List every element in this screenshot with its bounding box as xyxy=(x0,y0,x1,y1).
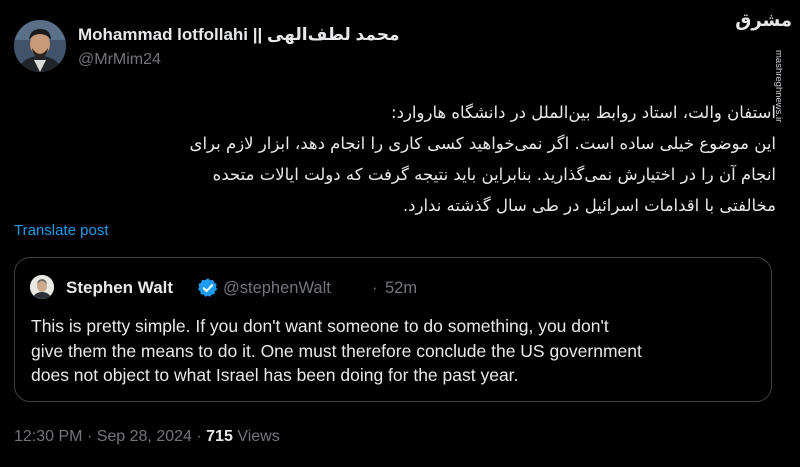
quote-author-avatar-image xyxy=(30,275,54,299)
translate-post-link[interactable]: Translate post xyxy=(14,222,109,239)
post-meta: 12:30 PM · Sep 28, 2024 · 715 Views xyxy=(14,428,280,446)
views-label: Views xyxy=(237,428,280,445)
post-text-line: انجام آن را در اختیارش نمی‌گذارید. بنابر… xyxy=(212,165,776,184)
post-date[interactable]: Sep 28, 2024 xyxy=(97,428,192,445)
quote-author-avatar[interactable] xyxy=(30,275,54,299)
author-handle[interactable]: @MrMim24 xyxy=(78,51,161,69)
separator-dot: · xyxy=(372,279,378,297)
quote-text-line: give them the means to do it. One must t… xyxy=(31,340,642,361)
post-text-line: مخالفتی با اقدامات اسرائیل در طی سال گذش… xyxy=(402,196,776,215)
post-text-line: استفان والت، استاد روابط بین‌الملل در دا… xyxy=(391,103,776,122)
quoted-post-card[interactable]: Stephen Walt @stephenWalt · 52m This is … xyxy=(14,257,772,402)
post-text-line: این موضوع خیلی ساده است. اگر نمی‌خواهید … xyxy=(189,134,776,153)
quote-author-handle[interactable]: @stephenWalt xyxy=(223,279,331,298)
quote-text-line: does not object to what Israel has been … xyxy=(31,365,519,385)
author-name[interactable]: Mohammad lotfollahi || محمد لطف‌الهی xyxy=(78,25,400,45)
separator-dot: · xyxy=(86,428,97,445)
quote-text-line: This is pretty simple. If you don't want… xyxy=(31,316,609,336)
separator-dot: · xyxy=(196,428,207,445)
author-avatar[interactable] xyxy=(14,20,66,72)
verified-badge-icon xyxy=(198,278,218,297)
post-text: استفان والت، استاد روابط بین‌الملل در دا… xyxy=(14,97,776,221)
quote-text: This is pretty simple. If you don't want… xyxy=(31,314,761,388)
quote-author-name[interactable]: Stephen Walt xyxy=(66,278,173,298)
author-avatar-image xyxy=(14,20,66,72)
views-count[interactable]: 715 xyxy=(206,428,233,445)
quote-timestamp[interactable]: 52m xyxy=(385,279,417,298)
post-time[interactable]: 12:30 PM xyxy=(14,428,82,445)
watermark-logo: مشرق xyxy=(735,10,792,31)
